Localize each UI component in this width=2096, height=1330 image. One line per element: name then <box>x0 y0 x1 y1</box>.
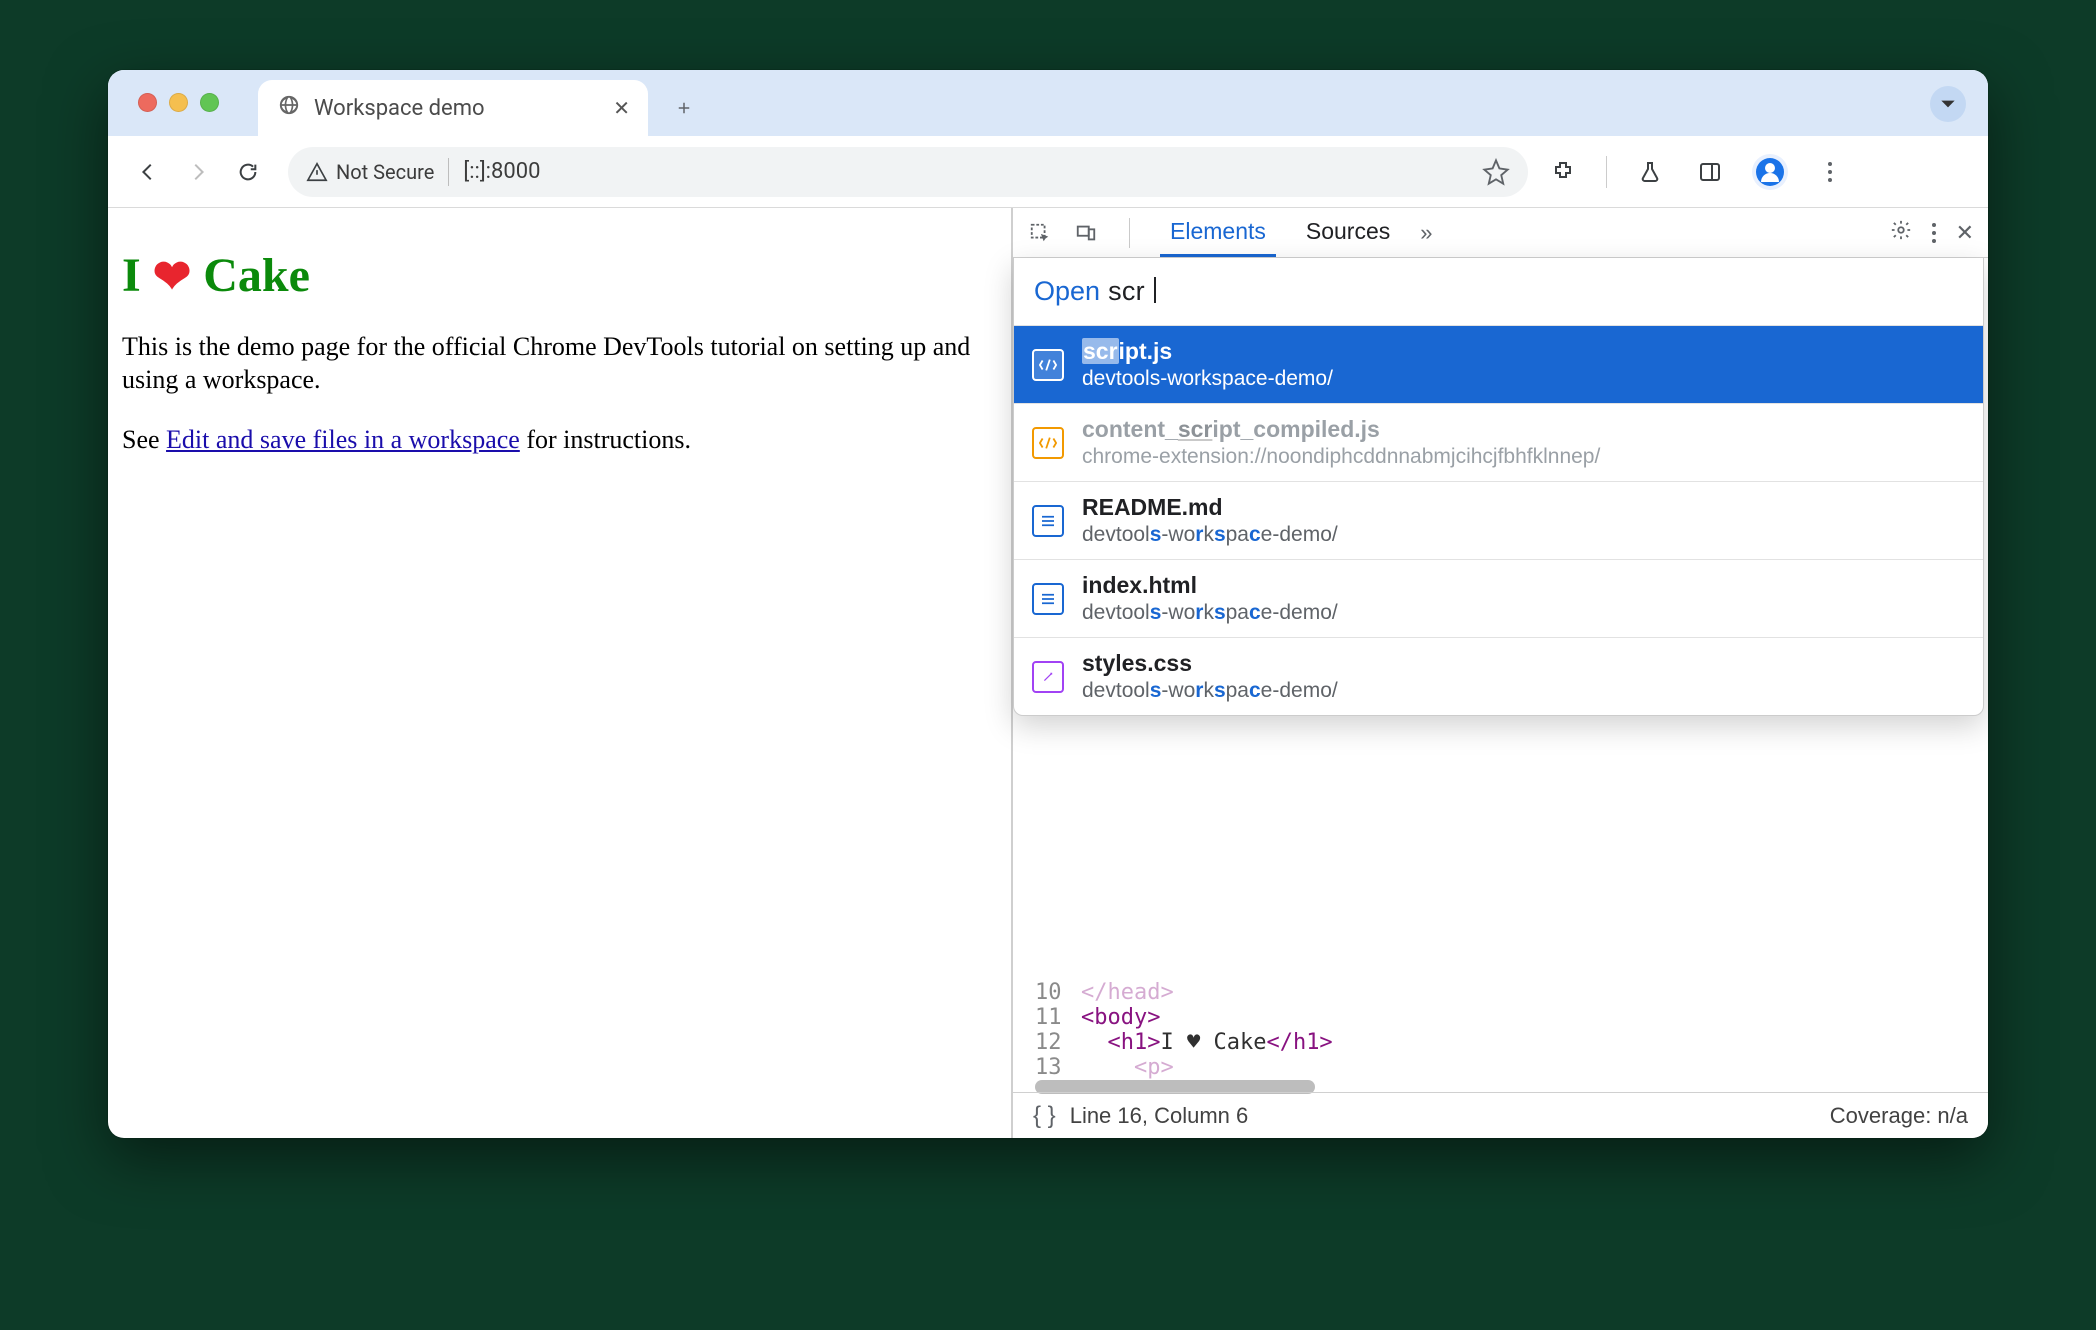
devtools-tabbar: Elements Sources » ✕ <box>1013 208 1988 258</box>
instructions-link[interactable]: Edit and save files in a workspace <box>166 425 520 454</box>
file-path: devtools-workspace-demo/ <box>1082 523 1338 547</box>
quick-open-results: script.js devtools-workspace-demo/ conte… <box>1014 325 1983 715</box>
avatar-icon <box>1756 158 1784 186</box>
separator <box>448 158 449 186</box>
separator <box>1606 156 1607 188</box>
omnibox[interactable]: Not Secure [::]:8000 <box>288 147 1528 197</box>
url-toolbar: Not Secure [::]:8000 <box>108 136 1988 208</box>
minimize-window-button[interactable] <box>169 93 188 112</box>
code-line: 13 <p> <box>1035 1055 1988 1080</box>
titlebar: Workspace demo ✕ <box>108 70 1988 136</box>
separator <box>1129 218 1130 248</box>
file-path: devtools-workspace-demo/ <box>1082 601 1338 625</box>
coverage-status: Coverage: n/a <box>1830 1103 1968 1129</box>
chrome-menu-button[interactable] <box>1811 153 1849 191</box>
file-type-icon <box>1032 661 1064 693</box>
file-type-icon <box>1032 427 1064 459</box>
url-text: [::]:8000 <box>463 159 540 184</box>
file-path: devtools-workspace-demo/ <box>1082 679 1338 703</box>
file-path: chrome-extension://noondiphcddnnabmjcihc… <box>1082 445 1600 469</box>
browser-tab[interactable]: Workspace demo ✕ <box>258 80 648 136</box>
code-line: 12 <h1>I ♥ Cake</h1> <box>1035 1030 1988 1055</box>
code-line: 10</head> <box>1035 980 1988 1005</box>
file-path: devtools-workspace-demo/ <box>1082 367 1333 391</box>
heading-part-i: I <box>122 248 141 303</box>
rendered-page: I ❤ Cake This is the demo page for the o… <box>108 208 1013 1138</box>
bookmark-button[interactable] <box>1482 158 1510 186</box>
page-see-line: See Edit and save files in a workspace f… <box>122 424 997 457</box>
see-suffix: for instructions. <box>520 425 691 454</box>
quick-open-item[interactable]: README.md devtools-workspace-demo/ <box>1014 481 1983 559</box>
settings-button[interactable] <box>1890 219 1912 246</box>
close-devtools-button[interactable]: ✕ <box>1956 220 1974 246</box>
tab-title: Workspace demo <box>314 96 485 121</box>
maximize-window-button[interactable] <box>200 93 219 112</box>
content-area: I ❤ Cake This is the demo page for the o… <box>108 208 1988 1138</box>
quick-open-dialog: Open scr script.js devtools-workspace-de… <box>1013 258 1984 716</box>
code-line: 11<body> <box>1035 1005 1988 1030</box>
inspect-element-button[interactable] <box>1027 220 1053 246</box>
close-window-button[interactable] <box>138 93 157 112</box>
security-chip[interactable]: Not Secure <box>306 160 434 184</box>
pretty-print-button[interactable]: { } <box>1033 1102 1070 1130</box>
security-label: Not Secure <box>336 160 434 184</box>
text-caret <box>1154 277 1156 303</box>
close-tab-button[interactable]: ✕ <box>613 96 630 120</box>
code-lines: 10</head>11<body>12 <h1>I ♥ Cake</h1>13 … <box>1013 980 1988 1080</box>
tab-elements[interactable]: Elements <box>1160 208 1276 257</box>
quick-open-item[interactable]: index.html devtools-workspace-demo/ <box>1014 559 1983 637</box>
browser-window: Workspace demo ✕ Not Secure [::]:8000 <box>108 70 1988 1138</box>
extensions-button[interactable] <box>1544 153 1582 191</box>
see-prefix: See <box>122 425 166 454</box>
file-name: README.md <box>1082 494 1338 521</box>
side-panel-button[interactable] <box>1691 153 1729 191</box>
file-name: index.html <box>1082 572 1338 599</box>
reload-button[interactable] <box>228 152 268 192</box>
labs-button[interactable] <box>1631 153 1669 191</box>
gear-icon <box>1890 219 1912 241</box>
back-button[interactable] <box>128 152 168 192</box>
file-type-icon <box>1032 505 1064 537</box>
dots-vertical-icon <box>1932 223 1936 243</box>
quick-open-item[interactable]: script.js devtools-workspace-demo/ <box>1014 325 1983 403</box>
quick-open-query: scr <box>1108 276 1145 307</box>
tab-sources[interactable]: Sources <box>1296 208 1400 257</box>
window-controls <box>138 93 219 112</box>
forward-button[interactable] <box>178 152 218 192</box>
quick-open-item[interactable]: content_script_compiled.js chrome-extens… <box>1014 403 1983 481</box>
file-type-icon <box>1032 349 1064 381</box>
new-tab-button[interactable] <box>662 86 706 130</box>
page-heading: I ❤ Cake <box>122 248 997 303</box>
quick-open-search[interactable]: Open scr <box>1014 258 1983 325</box>
heading-part-cake: Cake <box>203 248 310 303</box>
globe-icon <box>278 94 300 122</box>
tab-search-button[interactable] <box>1930 86 1966 122</box>
profile-button[interactable] <box>1751 153 1789 191</box>
heart-icon: ❤ <box>153 249 192 303</box>
cursor-position: Line 16, Column 6 <box>1070 1103 1249 1129</box>
file-name: script.js <box>1082 338 1333 365</box>
devtools-menu-button[interactable] <box>1932 223 1936 243</box>
dots-vertical-icon <box>1828 162 1832 182</box>
device-toolbar-button[interactable] <box>1073 220 1099 246</box>
file-name: content_script_compiled.js <box>1082 416 1600 443</box>
status-bar: { } Line 16, Column 6 Coverage: n/a <box>1013 1092 1988 1138</box>
open-label: Open <box>1034 276 1100 307</box>
devtools-panel: Elements Sources » ✕ Open scr <box>1013 208 1988 1138</box>
file-name: styles.css <box>1082 650 1338 677</box>
file-type-icon <box>1032 583 1064 615</box>
warning-icon <box>306 161 328 183</box>
quick-open-item[interactable]: styles.css devtools-workspace-demo/ <box>1014 637 1983 715</box>
more-tabs-button[interactable]: » <box>1420 220 1432 246</box>
page-paragraph: This is the demo page for the official C… <box>122 331 997 396</box>
